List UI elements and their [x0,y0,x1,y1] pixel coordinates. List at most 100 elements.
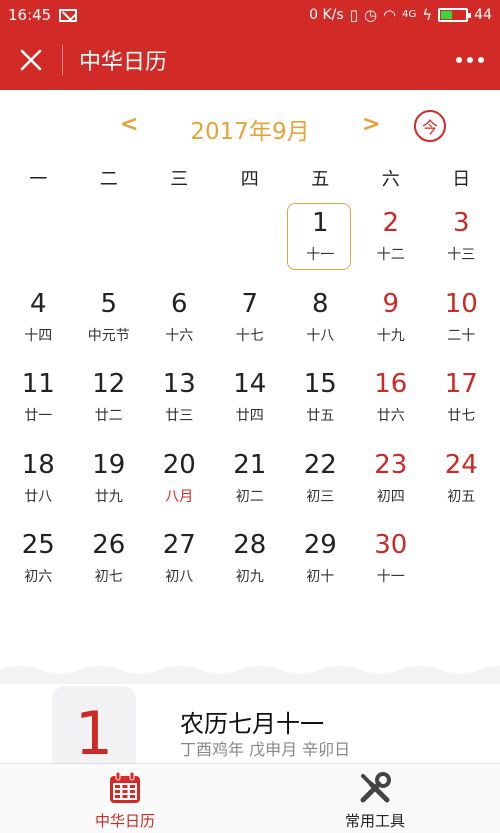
lunar-date: 初九 [235,569,264,586]
day-cell[interactable]: 29 初十 [285,522,356,603]
day-cell[interactable]: 21 初二 [215,442,286,523]
weekday-label: 三 [170,169,189,190]
today-button[interactable]: 今 [414,110,446,142]
day-cell[interactable]: 30 十一 [356,522,427,603]
day-number: 23 [374,449,408,480]
day-number: 5 [100,288,118,319]
nav-label-calendar: 中华日历 [94,812,155,830]
day-cell[interactable]: 14 廿四 [215,361,286,442]
day-cell[interactable]: 4 十四 [3,281,74,362]
weekday-label: 四 [240,169,259,190]
day-number: 17 [444,369,478,400]
lunar-date: 廿六 [376,408,405,425]
lunar-date: 廿八 [24,488,53,505]
status-time: 16:45 [8,6,52,24]
day-number: 26 [92,530,126,561]
day-number: 28 [233,530,267,561]
day-cell[interactable]: 8 十八 [285,281,356,362]
day-number: 25 [21,530,55,561]
empty-day-cell [215,200,286,281]
day-cell[interactable]: 15 廿五 [285,361,356,442]
next-month-button[interactable]: > [362,112,380,137]
day-cell[interactable]: 3 十三 [426,200,497,281]
day-number: 2 [382,208,400,238]
day-number: 13 [162,369,196,400]
day-number: 29 [303,530,337,561]
day-number: 16 [374,369,408,400]
empty-day-cell [3,200,74,281]
battery-icon [438,8,472,22]
day-number: 12 [92,369,126,400]
day-number: 18 [21,449,55,480]
lunar-date: 初十 [306,569,335,586]
day-cell-selected[interactable]: 1 十一 [285,200,356,281]
day-cell[interactable]: 11 廿一 [3,361,74,442]
day-cell[interactable]: 23 初四 [356,442,427,523]
nav-item-tools[interactable]: 常用工具 [250,764,500,833]
day-number: 6 [170,288,188,319]
day-cell[interactable]: 7 十七 [215,281,286,362]
lunar-date: 十七 [235,327,264,344]
day-cell[interactable]: 17 廿七 [426,361,497,442]
day-number: 21 [233,449,267,480]
day-cell[interactable]: 19 廿九 [74,442,145,523]
lunar-date-title: 农历七月十一 [180,710,324,738]
alarm-icon: ◷ [363,5,378,24]
battery-percent: 44 [474,7,492,23]
day-cell[interactable]: 26 初七 [74,522,145,603]
calendar-icon [110,771,140,803]
day-number: 3 [452,208,470,238]
section-divider [0,662,500,686]
weekday-label: 二 [99,169,118,190]
lunar-date: 十八 [306,327,335,344]
day-number: 24 [444,449,478,480]
day-cell[interactable]: 18 廿八 [3,442,74,523]
day-number: 7 [241,288,259,319]
weekday-label: 日 [452,169,471,190]
day-cell[interactable]: 22 初三 [285,442,356,523]
signal-icon: 4G [402,9,417,20]
day-cell[interactable]: 9 十九 [356,281,427,362]
weekday-label: 六 [381,169,400,190]
day-cell[interactable]: 12 廿二 [74,361,145,442]
bottom-nav: 中华日历 常用工具 [0,763,500,833]
lunar-date: 廿五 [306,408,335,425]
nav-label-tools: 常用工具 [344,812,405,830]
day-number: 14 [233,369,267,400]
day-number: 30 [374,530,408,561]
nav-item-calendar[interactable]: 中华日历 [0,764,250,833]
day-cell[interactable]: 10 二十 [426,281,497,362]
tools-icon [360,772,391,803]
network-speed: 0 K/s [309,7,344,23]
lunar-date: 廿四 [235,408,264,425]
lunar-date: 十四 [24,327,53,344]
close-button[interactable] [0,30,62,90]
wave-divider [0,662,500,674]
weekday-label: 一 [29,169,48,190]
day-cell[interactable]: 28 初九 [215,522,286,603]
day-cell[interactable]: 13 廿三 [144,361,215,442]
day-number: 11 [21,369,55,400]
status-bar: 16:45 0 K/s ▯ ◷ ◠ 4G ϟ 44 [0,0,500,30]
lunar-date: 十九 [376,327,405,344]
month-header: < 2017年9月 > 今 [0,108,500,148]
ganzhi-date: 丁酉鸡年 戊申月 辛卯日 [180,740,351,759]
lunar-date: 初二 [235,488,264,505]
day-cell[interactable]: 5 中元节 [74,281,145,362]
day-cell[interactable]: 27 初八 [144,522,215,603]
day-cell[interactable]: 6 十六 [144,281,215,362]
day-cell[interactable]: 2 十二 [356,200,427,281]
lunar-date: 八月 [165,488,194,505]
day-number: 20 [162,449,196,480]
lunar-date: 廿九 [94,488,123,505]
day-cell[interactable]: 16 廿六 [356,361,427,442]
day-cell[interactable]: 20 八月 [144,442,215,523]
day-cell[interactable]: 25 初六 [3,522,74,603]
page-title: 中华日历 [79,50,168,75]
day-number: 4 [29,288,47,319]
lunar-date: 初七 [94,569,123,586]
charging-icon: ϟ [422,5,433,24]
day-cell[interactable]: 24 初五 [426,442,497,523]
more-options-button[interactable] [440,30,500,90]
lunar-date: 初五 [447,488,476,505]
